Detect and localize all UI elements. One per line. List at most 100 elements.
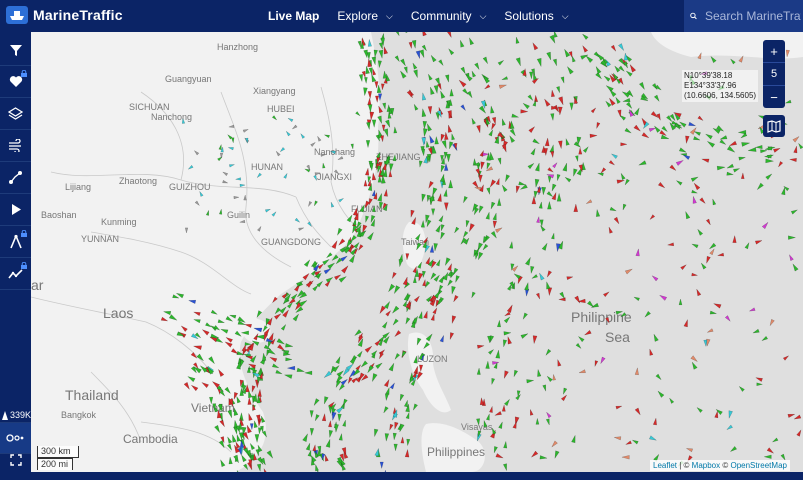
vessel-marker[interactable] <box>421 92 427 101</box>
vessel-marker[interactable] <box>385 386 391 395</box>
vessel-marker[interactable] <box>538 201 543 209</box>
vessel-marker[interactable] <box>435 258 441 267</box>
vessel-marker[interactable] <box>595 208 601 217</box>
vessel-marker[interactable] <box>693 182 701 191</box>
vessel-marker[interactable] <box>495 453 504 459</box>
vessel-marker[interactable] <box>421 148 426 157</box>
vessel-marker[interactable] <box>493 446 498 454</box>
vessel-marker[interactable] <box>618 43 625 52</box>
vessel-marker[interactable] <box>379 461 384 470</box>
vessel-marker[interactable] <box>305 442 312 451</box>
vessel-marker[interactable] <box>727 410 733 420</box>
vessel-marker[interactable] <box>729 58 736 65</box>
vessel-marker[interactable] <box>408 41 413 50</box>
vessel-marker[interactable] <box>441 140 448 150</box>
vessel-marker[interactable] <box>738 156 747 161</box>
vessel-marker[interactable] <box>421 107 427 118</box>
vessel-marker[interactable] <box>447 124 453 133</box>
vessel-marker[interactable] <box>427 106 433 115</box>
vessel-marker[interactable] <box>290 293 298 301</box>
vessel-marker[interactable] <box>538 272 545 281</box>
vessel-marker[interactable] <box>437 192 443 202</box>
vessel-marker[interactable] <box>740 132 748 139</box>
vessel-marker[interactable] <box>356 350 363 358</box>
vessel-marker[interactable] <box>615 405 623 410</box>
analytics-button[interactable] <box>0 258 31 290</box>
vessel-marker[interactable] <box>433 85 439 95</box>
vessel-marker[interactable] <box>388 362 396 372</box>
vessel-marker[interactable] <box>711 198 717 206</box>
vessel-marker[interactable] <box>733 167 741 173</box>
vessel-marker[interactable] <box>425 140 430 148</box>
vessel-marker[interactable] <box>545 411 552 419</box>
vessel-marker[interactable] <box>266 450 275 460</box>
vessel-marker[interactable] <box>648 348 654 356</box>
vessel-marker[interactable] <box>639 81 646 91</box>
vessel-marker[interactable] <box>614 96 621 104</box>
vessel-marker[interactable] <box>628 63 637 73</box>
vessel-marker[interactable] <box>280 323 287 331</box>
vessel-marker[interactable] <box>524 256 532 266</box>
vessel-marker[interactable] <box>761 221 769 230</box>
vessel-marker[interactable] <box>400 58 407 67</box>
vessel-marker[interactable] <box>678 147 687 154</box>
vessel-marker[interactable] <box>292 313 300 322</box>
vessel-marker[interactable] <box>335 355 342 365</box>
vessel-marker[interactable] <box>696 406 703 413</box>
vessel-marker[interactable] <box>498 83 508 89</box>
nav-explore[interactable]: Explore ⌵ <box>337 9 393 23</box>
vessel-marker[interactable] <box>590 107 597 114</box>
vessel-marker[interactable] <box>366 365 374 374</box>
vessel-marker[interactable] <box>458 79 467 88</box>
vessel-marker[interactable] <box>286 365 296 371</box>
vessel-marker[interactable] <box>439 173 446 183</box>
vessel-marker[interactable] <box>618 65 626 73</box>
vessel-marker[interactable] <box>790 208 799 215</box>
vessel-marker[interactable] <box>551 232 555 240</box>
routes-button[interactable] <box>0 162 31 194</box>
vessel-marker[interactable] <box>552 58 558 67</box>
vessel-marker[interactable] <box>421 137 427 147</box>
vessel-marker[interactable] <box>550 89 556 98</box>
vessel-marker[interactable] <box>788 253 794 262</box>
vessel-marker[interactable] <box>492 212 498 221</box>
vessel-marker[interactable] <box>497 59 505 66</box>
layers-button[interactable] <box>0 98 31 130</box>
vessel-marker[interactable] <box>583 329 592 336</box>
vessel-marker[interactable] <box>700 262 707 270</box>
vessel-marker[interactable] <box>532 335 538 345</box>
vessel-marker[interactable] <box>756 382 764 386</box>
vessel-marker[interactable] <box>387 283 396 293</box>
vessel-marker[interactable] <box>634 407 642 416</box>
vessel-marker[interactable] <box>539 455 548 460</box>
vessel-marker[interactable] <box>447 48 455 56</box>
vessel-marker[interactable] <box>460 104 467 112</box>
vessel-marker[interactable] <box>421 32 427 37</box>
vessel-marker[interactable] <box>678 298 683 306</box>
vessel-marker[interactable] <box>709 310 718 315</box>
vessel-marker[interactable] <box>439 334 445 343</box>
vessel-marker[interactable] <box>625 70 633 77</box>
vessel-marker[interactable] <box>382 406 389 414</box>
vessel-marker[interactable] <box>766 447 775 455</box>
vessel-marker[interactable] <box>582 146 589 153</box>
vessel-marker[interactable] <box>479 396 485 406</box>
vessel-marker[interactable] <box>684 210 691 220</box>
vessel-marker[interactable] <box>771 437 779 443</box>
vessel-marker[interactable] <box>342 368 350 377</box>
vessel-marker[interactable] <box>691 272 699 277</box>
vessel-marker[interactable] <box>412 403 418 411</box>
vessel-marker[interactable] <box>545 418 551 426</box>
vessel-marker[interactable] <box>411 40 417 50</box>
vessel-marker[interactable] <box>581 44 589 53</box>
vessel-marker[interactable] <box>512 369 519 378</box>
vessel-marker[interactable] <box>269 356 278 363</box>
vessel-marker[interactable] <box>492 361 500 365</box>
filter-button[interactable] <box>0 34 31 66</box>
vessel-marker[interactable] <box>625 440 632 446</box>
vessel-marker[interactable] <box>275 369 283 375</box>
vessel-marker[interactable] <box>522 312 528 321</box>
vessel-marker[interactable] <box>334 424 339 434</box>
vessel-marker[interactable] <box>503 463 508 472</box>
vessel-marker[interactable] <box>675 179 683 186</box>
